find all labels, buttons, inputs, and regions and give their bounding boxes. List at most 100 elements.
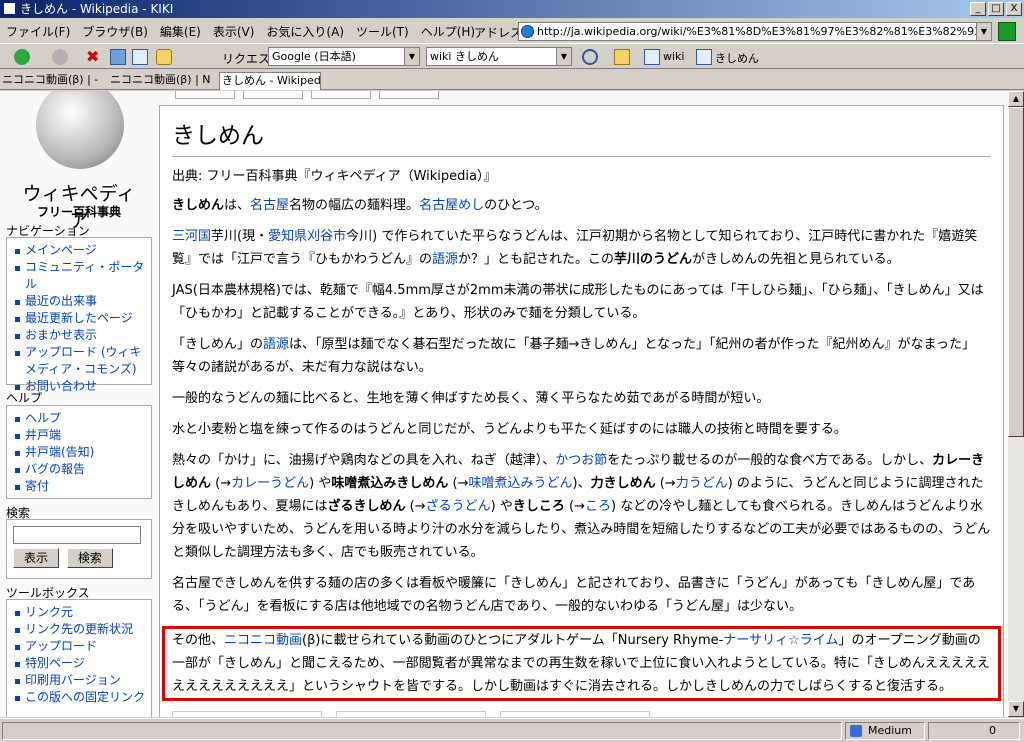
address-bar[interactable]: http://ja.wikipedia.org/wiki/%E3%81%8D%E… [518,22,992,41]
chevron-down-icon[interactable]: ▼ [976,23,991,40]
refresh-icon[interactable] [110,49,126,65]
search-portlet: 表示 検索 [6,519,152,579]
p7-q: (→ [405,499,426,514]
status-icons: 0 [928,722,1020,740]
link-nagoya[interactable]: 名古屋 [250,198,289,213]
p7-m: (→ [655,476,676,491]
menu-help[interactable]: ヘルプ(H) [421,23,475,40]
forward-icon[interactable] [52,49,68,65]
go-button-sidebar[interactable]: 表示 [13,548,60,568]
minimize-button[interactable]: _ [970,2,986,16]
term-imokawa: 芋川のうどん [614,252,693,267]
menu-view[interactable]: 表示(V) [213,23,255,40]
search-icon[interactable] [582,49,598,65]
paragraph-jas: JAS(日本農林規格)では、乾麺で『幅4.5mm厚さが2mm未満の帯状に成形した… [172,283,984,321]
link-zaru-udon[interactable]: ざるうどん [426,499,491,514]
paragraph-compare: 一般的なうどんの麺に比べると、生地を薄く伸ばすため長く、薄く平らなため茹であがる… [172,391,770,406]
sidebar-search-input[interactable] [13,526,141,544]
scroll-down-icon[interactable]: ▼ [1008,701,1024,717]
tool-special-pages[interactable]: 特別ページ [13,655,147,672]
menu-tools[interactable]: ツール(T) [356,23,409,40]
chevron-down-icon[interactable]: ▼ [556,48,571,65]
browser-window: きしめん - Wikipedia - KIKI _ □ X ファイル(F) ブラ… [0,0,1024,742]
tool-related-changes[interactable]: リンク先の更新状況 [13,621,147,638]
link-nagoya-meshi[interactable]: 名古屋めし [419,198,484,213]
nav-current-events[interactable]: 最近の出来事 [13,293,147,310]
link-niconico[interactable]: ニコニコ動画 [224,633,302,648]
menu-edit[interactable]: 編集(E) [160,23,201,40]
link-etymology-2[interactable]: 語源 [263,337,289,352]
search-button[interactable]: 検索 [66,548,113,568]
search-query-input[interactable]: wiki きしめん ▼ [426,47,572,66]
home-icon[interactable] [132,49,148,65]
tab-edit[interactable] [311,91,371,99]
block-count: 0 [989,724,996,737]
page-viewport: ウィキペディア フリー百科事典 ナビゲーション メインページ コミュニティ・ポー… [0,91,1008,717]
tab-kishimen[interactable]: きしめん - Wikipedi [219,72,321,90]
link-chikara-udon[interactable]: 力うどん [676,476,728,491]
nav-recent-changes[interactable]: 最近更新したページ [13,310,147,327]
link-miso-udon[interactable]: 味噌煮込みうどん [468,476,572,491]
link-kariya[interactable]: 刈谷市 [307,229,346,244]
help-village-pump-notice[interactable]: 井戸端(告知) [13,444,147,461]
nav-main-page[interactable]: メインページ [13,242,147,259]
menu-browser[interactable]: ブラウザ(B) [82,23,148,40]
bottom-boxes [172,711,991,717]
title-bar: きしめん - Wikipedia - KIKI _ □ X [0,0,1024,18]
status-bar: Medium 0 [0,718,1024,742]
back-icon[interactable] [14,49,30,65]
scroll-thumb[interactable] [1008,107,1024,437]
article-content: きしめん 出典: フリー百科事典『ウィキペディア（Wikipedia）』 きしめ… [159,105,1004,717]
help-help[interactable]: ヘルプ [13,410,147,427]
vertical-scrollbar[interactable]: ▲ ▼ [1008,91,1024,717]
tool-upload[interactable]: アップロード [13,638,147,655]
link-koro[interactable]: ころ [585,499,611,514]
p2-text-i: がきしめんの先祖と見られている。 [692,252,900,267]
tab-article[interactable] [175,91,235,99]
search-query-value: wiki きしめん [430,50,499,63]
link-aichi[interactable]: 愛知県 [268,229,307,244]
stop-icon[interactable]: ✖ [86,49,102,65]
link-nursery-rhyme[interactable]: ナーサリィ☆ライム [723,633,838,648]
highlight-icon[interactable] [614,49,630,65]
go-button[interactable] [998,22,1016,41]
tool-what-links-here[interactable]: リンク元 [13,604,147,621]
favorites-icon[interactable] [156,49,172,65]
chevron-down-icon[interactable]: ▼ [404,48,419,65]
window-controls: _ □ X [970,2,1022,16]
nav-random[interactable]: おまかせ表示 [13,327,147,344]
link-curry-udon[interactable]: カレーうどん [231,476,309,491]
tool-printable[interactable]: 印刷用バージョン [13,672,147,689]
maximize-button[interactable]: □ [988,2,1004,16]
p4-text-a: 「きしめん」の [172,337,264,352]
paragraph-history: 三河国芋川(現・愛知県刈谷市今川) で作られていた平らなうどんは、江戸初期から名… [172,225,991,271]
p7-a: 熱々の「かけ」に、油揚げや鶏肉などの具を入れ、ねぎ（越津）、 [172,453,556,468]
app-icon [3,2,16,15]
nav-upload-commons[interactable]: アップロード (ウィキメディア・コモンズ) [13,344,147,378]
p1-text-d: 名物の幅広の麺料理。 [289,198,420,213]
logo-subtitle: フリー百科事典 [36,205,121,219]
p7-g: ) や [309,476,332,491]
link-wiki[interactable]: wiki [663,50,684,63]
help-bug-report[interactable]: バグの報告 [13,461,147,478]
tab-niconico-2[interactable]: ニコニコ動画(β) | N [108,72,218,90]
toolbox-portlet: リンク元 リンク先の更新状況 アップロード 特別ページ 印刷用バージョン この版… [6,599,152,717]
help-donate[interactable]: 寄付 [13,478,147,495]
menu-favorites[interactable]: お気に入り(A) [266,23,344,40]
tab-history[interactable] [379,91,439,99]
help-heading: ヘルプ [6,391,43,405]
menu-file[interactable]: ファイル(F) [6,23,70,40]
tab-niconico-1[interactable]: ニコニコ動画(β) | - [0,72,106,90]
link-mikawa[interactable]: 三河国 [172,229,211,244]
help-village-pump[interactable]: 井戸端 [13,427,147,444]
close-button[interactable]: X [1006,2,1022,16]
link-katsuobushi[interactable]: かつお節 [555,453,607,468]
scroll-up-icon[interactable]: ▲ [1008,91,1024,107]
link-etymology[interactable]: 語源 [432,252,458,267]
search-engine-select[interactable]: Google (日本語) ▼ [268,47,420,66]
nav-community-portal[interactable]: コミュニティ・ポータル [13,259,147,293]
tool-permanent-link[interactable]: この版への固定リンク [13,689,147,706]
tab-discussion[interactable] [243,91,303,99]
p2-text-g: か？」とも記された。この [458,252,615,267]
link-kishimen[interactable]: きしめん [715,50,759,66]
